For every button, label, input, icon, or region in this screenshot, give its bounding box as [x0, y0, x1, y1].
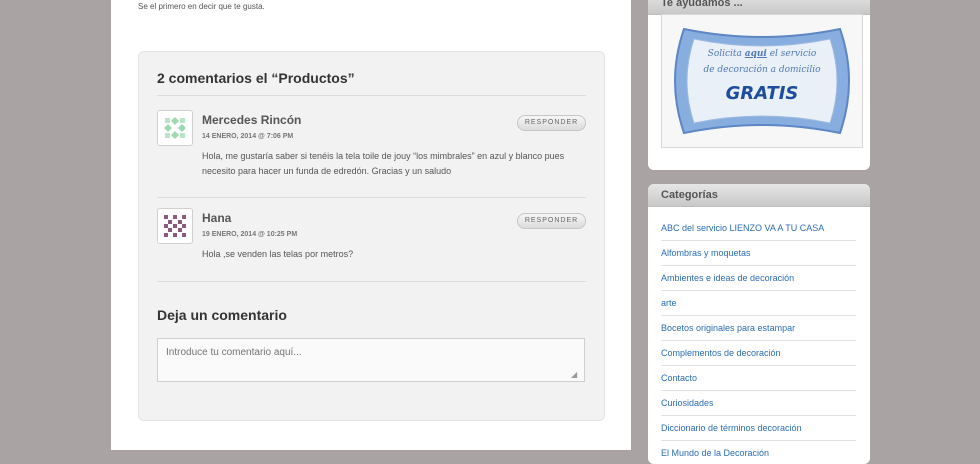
category-link[interactable]: Ambientes e ideas de decoración — [661, 266, 856, 291]
category-link[interactable]: Bocetos originales para estampar — [661, 316, 856, 341]
leave-comment-title: Deja un comentario — [157, 307, 287, 323]
comment-text: Hola ,se venden las telas por metros? — [202, 249, 354, 259]
category-link[interactable]: ABC del servicio LIENZO VA A TU CASA — [661, 216, 856, 241]
avatar — [157, 208, 193, 244]
categories-title: Categorías — [648, 184, 870, 207]
promo-text-1: Solicita aqui el servicio — [707, 49, 817, 59]
main-content: Se el primero en decir que te gusta. 2 c… — [111, 0, 631, 450]
help-widget: Te ayudamos ... Solicita aqui el servici… — [648, 0, 870, 170]
promo-text-2: de decoración a domicilio — [703, 65, 821, 75]
help-widget-title: Te ayudamos ... — [648, 0, 870, 15]
promo-gratis: GRATIS — [725, 83, 799, 104]
avatar — [157, 110, 193, 146]
categories-widget: Categorías ABC del servicio LIENZO VA A … — [648, 184, 870, 464]
comment-date[interactable]: 14 ENERO, 2014 @ 7:06 PM — [202, 133, 293, 140]
promo-badge-icon — [674, 27, 850, 135]
likes-text: Se el primero en decir que te gusta. — [138, 2, 265, 11]
promo-link[interactable]: aqui — [745, 49, 767, 59]
comment-textarea[interactable] — [157, 338, 585, 382]
comment-date[interactable]: 19 ENERO, 2014 @ 10:25 PM — [202, 231, 297, 238]
comment-author[interactable]: Hana — [202, 211, 231, 225]
divider — [157, 95, 586, 96]
category-link[interactable]: Contacto — [661, 366, 856, 391]
resize-handle-icon[interactable]: ◢ — [571, 370, 577, 379]
comments-section: 2 comentarios el “Productos” Mercedes Ri… — [138, 51, 605, 421]
category-link[interactable]: Curiosidades — [661, 391, 856, 416]
promo-banner[interactable]: Solicita aqui el servicio de decoración … — [661, 14, 863, 148]
comment-author[interactable]: Mercedes Rincón — [202, 113, 301, 127]
category-link[interactable]: El Mundo de la Decoración — [661, 441, 856, 464]
identicon-icon — [164, 117, 186, 139]
reply-button[interactable]: RESPONDER — [517, 213, 586, 229]
divider — [157, 197, 586, 198]
category-link[interactable]: arte — [661, 291, 856, 316]
divider — [157, 281, 586, 282]
comment-item: Mercedes Rincón 14 ENERO, 2014 @ 7:06 PM… — [157, 110, 586, 200]
category-link[interactable]: Diccionario de términos decoración — [661, 416, 856, 441]
category-link[interactable]: Alfombras y moquetas — [661, 241, 856, 266]
comment-text: Hola, me gustaría saber si tenéis la tel… — [202, 151, 565, 176]
comments-title: 2 comentarios el “Productos” — [157, 70, 355, 86]
category-link[interactable]: Complementos de decoración — [661, 341, 856, 366]
categories-list: ABC del servicio LIENZO VA A TU CASA Alf… — [661, 216, 856, 464]
identicon-icon — [164, 215, 186, 237]
reply-button[interactable]: RESPONDER — [517, 115, 586, 131]
comment-item: Hana 19 ENERO, 2014 @ 10:25 PM Hola ,se … — [157, 208, 586, 298]
